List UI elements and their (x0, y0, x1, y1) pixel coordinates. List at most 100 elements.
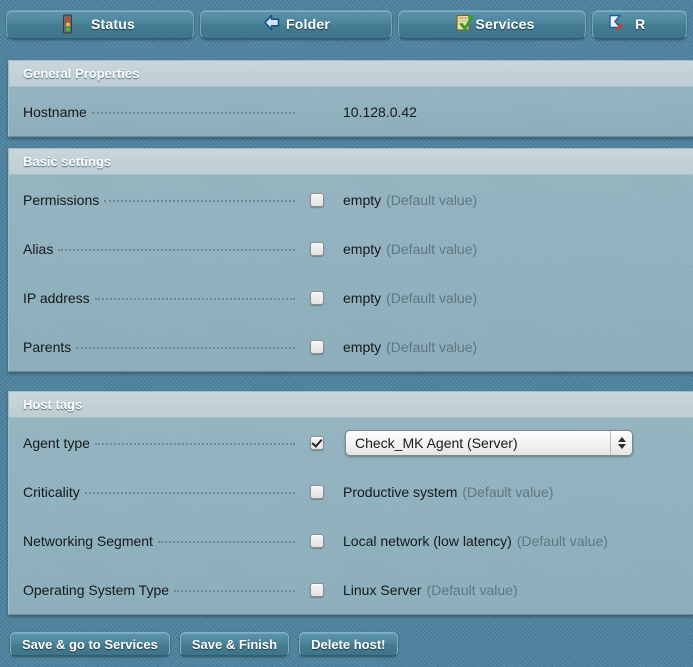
checkbox-cell[interactable] (295, 484, 339, 499)
save-and-finish-button[interactable]: Save & Finish (179, 632, 290, 656)
dotted-leader (91, 111, 295, 114)
dotted-leader (174, 589, 295, 592)
tab-services-label: Services (475, 16, 535, 32)
section-header: Basic settings (9, 149, 693, 175)
table-row: Permissions empty (Default value) (9, 175, 693, 224)
value-cell: 10.128.0.42 (339, 104, 693, 120)
row-label-parents: Parents (23, 338, 72, 355)
stepper-arrows-icon[interactable] (610, 430, 632, 455)
checkbox-agent-type[interactable] (310, 435, 324, 450)
value-text: Linux Server (343, 581, 422, 598)
checkbox-cell[interactable] (295, 339, 339, 354)
table-row: Parents empty (Default value) (9, 322, 693, 371)
save-and-go-to-services-button[interactable]: Save & go to Services (10, 632, 170, 656)
tab-status[interactable]: Status (6, 9, 195, 39)
delete-host-button[interactable]: Delete host! (299, 632, 398, 656)
row-label-wrap: Criticality (23, 484, 295, 500)
tab-status-label: Status (91, 16, 136, 32)
row-label-wrap: IP address (23, 290, 295, 306)
checkbox-cell[interactable] (295, 435, 339, 450)
row-label-alias: Alias (23, 240, 54, 257)
value-text: empty (343, 191, 382, 208)
tab-services[interactable]: Services (398, 9, 587, 39)
value-text: Local network (low latency) (343, 532, 512, 549)
section-title: Basic settings (23, 154, 112, 169)
dotted-leader (58, 248, 295, 251)
section-host-tags: Host tags Agent type Check_MK Agent (Ser… (8, 391, 693, 615)
row-label-networking-segment: Networking Segment (23, 532, 153, 549)
select-agent-type[interactable]: Check_MK Agent (Server) (345, 429, 633, 456)
section-basic-settings: Basic settings Permissions empty (Defaul… (8, 148, 693, 372)
row-label-wrap: Agent type (23, 435, 295, 451)
table-row: Operating System Type Linux Server (Defa… (9, 565, 693, 614)
value-note: (Default value) (386, 191, 478, 208)
checkbox-cell[interactable] (295, 241, 339, 256)
row-label-wrap: Alias (23, 241, 295, 257)
checkbox-cell[interactable] (295, 290, 339, 305)
value-cell: Local network (low latency) (Default val… (339, 533, 693, 549)
checkbox-operating-system-type[interactable] (310, 582, 324, 597)
row-label-criticality: Criticality (23, 483, 80, 500)
action-button-bar: Save & go to Services Save & Finish Dele… (10, 632, 398, 656)
value-cell: Linux Server (Default value) (339, 582, 693, 598)
table-row: Hostname 10.128.0.42 (9, 87, 693, 136)
value-cell: Check_MK Agent (Server) (339, 429, 693, 456)
dotted-leader (104, 199, 295, 202)
value-text: empty (343, 240, 382, 257)
tab-rulesets[interactable]: R (592, 9, 687, 39)
row-label-wrap: Permissions (23, 192, 295, 208)
ruleset-flag-icon (607, 14, 625, 35)
dotted-leader (84, 491, 295, 494)
value-cell: empty (Default value) (339, 339, 693, 355)
checkbox-cell[interactable] (295, 582, 339, 597)
section-title: General Properties (23, 66, 140, 81)
table-row: IP address empty (Default value) (9, 273, 693, 322)
checkbox-alias[interactable] (310, 241, 324, 256)
table-row: Criticality Productive system (Default v… (9, 467, 693, 516)
value-note: (Default value) (426, 581, 518, 598)
dotted-leader (94, 297, 295, 300)
checkbox-parents[interactable] (310, 339, 324, 354)
chevron-up-icon (617, 436, 626, 442)
section-body: Permissions empty (Default value) Alias … (9, 175, 693, 371)
value-note: (Default value) (386, 289, 478, 306)
tab-folder[interactable]: Folder (200, 9, 393, 39)
value-note: (Default value) (462, 483, 554, 500)
section-title: Host tags (23, 397, 83, 412)
checkbox-permissions[interactable] (310, 192, 324, 207)
dotted-leader (94, 442, 295, 445)
row-label-wrap: Networking Segment (23, 533, 295, 549)
value-text: empty (343, 289, 382, 306)
dotted-leader (76, 346, 295, 349)
checkbox-cell[interactable] (295, 192, 339, 207)
section-body: Hostname 10.128.0.42 (9, 87, 693, 136)
row-label: Hostname (23, 103, 87, 120)
row-label-operating-system-type: Operating System Type (23, 581, 170, 598)
value-text: empty (343, 338, 382, 355)
row-label-wrap: Operating System Type (23, 582, 295, 598)
section-general-properties: General Properties Hostname 10.128.0.42 (8, 60, 693, 137)
checkbox-cell[interactable] (295, 533, 339, 548)
checkbox-ip-address[interactable] (310, 290, 324, 305)
section-header: Host tags (9, 392, 693, 418)
value-cell: empty (Default value) (339, 192, 693, 208)
value-note: (Default value) (516, 532, 608, 549)
section-body: Agent type Check_MK Agent (Server) Criti… (9, 418, 693, 614)
tab-rulesets-label: R (635, 16, 646, 32)
table-row: Alias empty (Default value) (9, 224, 693, 273)
row-label-wrap: Parents (23, 339, 295, 355)
value-note: (Default value) (386, 338, 478, 355)
checkbox-criticality[interactable] (310, 484, 324, 499)
row-label-wrap: Hostname (23, 104, 295, 120)
table-row: Agent type Check_MK Agent (Server) (9, 418, 693, 467)
tab-folder-label: Folder (286, 16, 331, 32)
value-note: (Default value) (386, 240, 478, 257)
value-cell: empty (Default value) (339, 241, 693, 257)
row-label-permissions: Permissions (23, 191, 100, 208)
checkbox-networking-segment[interactable] (310, 533, 324, 548)
chevron-down-icon (617, 443, 626, 449)
value-cell: Productive system (Default value) (339, 484, 693, 500)
tab-bar: Status Folder Services R (0, 0, 693, 48)
row-label-ip-address: IP address (23, 289, 90, 306)
select-agent-type-value: Check_MK Agent (Server) (355, 434, 518, 451)
